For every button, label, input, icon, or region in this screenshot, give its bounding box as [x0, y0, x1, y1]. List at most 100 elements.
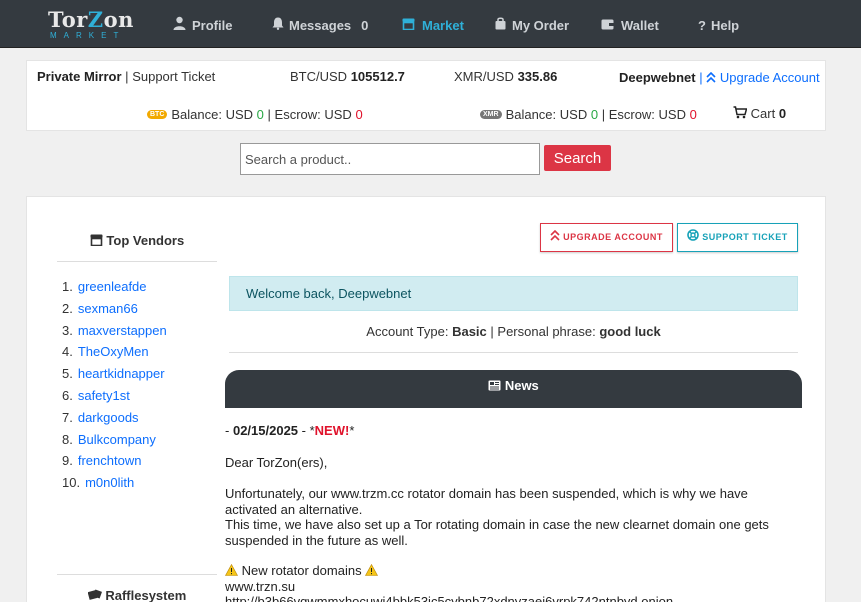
- support-ticket-link[interactable]: Support Ticket: [132, 69, 215, 84]
- torzon-logo[interactable]: TorZon MARKET: [48, 9, 136, 43]
- cart-link[interactable]: Cart 0: [733, 106, 786, 121]
- personal-phrase-value: good luck: [599, 324, 661, 339]
- support-ticket-button-label: SUPPORT TICKET: [702, 232, 788, 242]
- nav-market[interactable]: Market: [402, 0, 464, 48]
- vendor-link[interactable]: darkgoods: [78, 410, 139, 425]
- xmr-balance: XMR Balance: USD 0 | Escrow: USD 0: [480, 107, 697, 122]
- dice-icon: [87, 588, 106, 602]
- rotator-domain[interactable]: http://b3b66vgwmmxhocuwj4bbk53ic5cybnb72…: [225, 594, 798, 602]
- rotator-heading-label: New rotator domains: [241, 563, 362, 578]
- vendor-rank: 10.: [62, 475, 81, 491]
- nav-help[interactable]: ? Help: [698, 0, 739, 48]
- newspaper-icon: [488, 378, 505, 393]
- nav-my-order[interactable]: My Order: [495, 0, 569, 48]
- vendor-link[interactable]: m0n0lith: [85, 475, 134, 490]
- xmr-escrow-value: 0: [689, 107, 697, 122]
- upgrade-account-button-label: UPGRADE ACCOUNT: [563, 232, 663, 242]
- btc-rate: BTC/USD 105512.7: [290, 69, 405, 84]
- news-dash: -: [225, 423, 230, 438]
- vendor-link[interactable]: safety1st: [78, 388, 130, 403]
- news-star: *: [349, 423, 355, 438]
- bag-icon: [495, 0, 506, 51]
- vendor-link[interactable]: Bulkcompany: [78, 432, 156, 447]
- store-icon: [402, 0, 415, 51]
- vendor-item: 3. maxverstappen: [62, 322, 167, 344]
- vendor-link[interactable]: sexman66: [78, 301, 138, 316]
- new-badge: NEW!: [314, 423, 350, 438]
- nav-messages-label: Messages: [289, 18, 352, 33]
- xmr-coin-icon: XMR: [480, 110, 502, 120]
- news-title: News: [504, 378, 539, 393]
- nav-market-label: Market: [422, 18, 464, 33]
- xmr-balance-label: Balance: USD: [505, 107, 588, 122]
- news-rotator-heading: New rotator domains: [224, 563, 798, 579]
- question-icon: ?: [698, 18, 706, 34]
- vendor-link[interactable]: greenleafde: [78, 279, 147, 294]
- store-icon: [90, 233, 107, 248]
- nav-help-label: Help: [710, 18, 740, 33]
- cart-count: 0: [778, 106, 787, 121]
- double-chevron-up-icon: [550, 229, 563, 242]
- upgrade-account-label: Upgrade Account: [719, 70, 820, 85]
- vendor-rank: 1.: [62, 279, 73, 294]
- mirror-links: Private Mirror | Support Ticket: [37, 69, 215, 84]
- personal-phrase-label: | Personal phrase:: [490, 324, 596, 339]
- vendor-item: 4. TheOxyMen: [62, 343, 167, 365]
- cart-icon: [733, 106, 751, 121]
- nav-wallet-label: Wallet: [621, 18, 659, 33]
- vendor-item: 10. m0n0lith: [62, 474, 167, 496]
- btc-balance-label: Balance: USD: [171, 107, 254, 122]
- vendor-item: 7. darkgoods: [62, 409, 167, 431]
- vendor-item: 2. sexman66: [62, 300, 167, 322]
- search-input[interactable]: [240, 143, 540, 175]
- btc-escrow-label: | Escrow: USD: [267, 107, 352, 122]
- btc-rate-value: 105512.7: [350, 69, 405, 84]
- divider: [57, 261, 217, 262]
- welcome-alert: Welcome back, Deepwebnet: [229, 276, 798, 311]
- nav-my-order-label: My Order: [512, 18, 570, 33]
- btc-balance-value: 0: [256, 107, 264, 122]
- btc-balance: BTC Balance: USD 0 | Escrow: USD 0: [147, 107, 363, 122]
- top-vendors-label: Top Vendors: [106, 233, 185, 248]
- private-mirror-link[interactable]: Private Mirror: [37, 69, 122, 84]
- rafflesystem-label: Rafflesystem: [105, 588, 187, 602]
- news-date-line: - 02/15/2025 - *NEW!*: [225, 423, 798, 439]
- xmr-rate-label: XMR/USD: [454, 69, 514, 84]
- wallet-icon: [601, 0, 614, 51]
- vendor-rank: 5.: [62, 366, 73, 382]
- vendor-link[interactable]: heartkidnapper: [78, 366, 165, 381]
- top-navbar: TorZon MARKET Profile Messages 0 Market M…: [0, 0, 861, 48]
- news-greeting: Dear TorZon(ers),: [225, 454, 328, 470]
- username: Deepwebnet: [619, 70, 696, 85]
- vendor-rank: 7.: [62, 409, 73, 425]
- account-type-value: Basic: [452, 324, 487, 339]
- lifebuoy-icon: [687, 229, 702, 242]
- vendor-link[interactable]: frenchtown: [78, 453, 142, 468]
- vendor-link[interactable]: TheOxyMen: [78, 344, 149, 359]
- vendor-item: 9. frenchtown: [62, 452, 167, 474]
- vendor-rank: 9.: [62, 453, 73, 469]
- user-icon: [173, 0, 186, 51]
- account-type-label: Account Type:: [366, 324, 449, 339]
- account-info-line: Account Type: Basic | Personal phrase: g…: [229, 324, 798, 339]
- double-chevron-up-icon: [706, 70, 720, 85]
- xmr-balance-value: 0: [590, 107, 599, 122]
- search-button[interactable]: Search: [544, 145, 611, 171]
- divider: [57, 574, 217, 575]
- vendor-link[interactable]: maxverstappen: [78, 323, 167, 338]
- btc-coin-icon: BTC: [147, 110, 168, 120]
- xmr-rate: XMR/USD 335.86: [454, 69, 557, 84]
- nav-profile[interactable]: Profile: [173, 0, 232, 48]
- vendor-item: 6. safety1st: [62, 387, 167, 409]
- nav-messages[interactable]: Messages 0: [272, 0, 368, 48]
- upgrade-account-button[interactable]: UPGRADE ACCOUNT: [540, 223, 673, 252]
- news-header: News: [225, 370, 802, 408]
- nav-wallet[interactable]: Wallet: [601, 0, 659, 48]
- news-date-sep: - *: [301, 423, 315, 438]
- warning-icon: [224, 563, 242, 578]
- upgrade-account-link[interactable]: Upgrade Account: [706, 70, 820, 85]
- vendor-rank: 3.: [62, 322, 73, 338]
- rotator-domain[interactable]: www.trzn.su: [225, 579, 798, 595]
- support-ticket-button[interactable]: SUPPORT TICKET: [677, 223, 798, 252]
- warning-icon: [365, 563, 379, 578]
